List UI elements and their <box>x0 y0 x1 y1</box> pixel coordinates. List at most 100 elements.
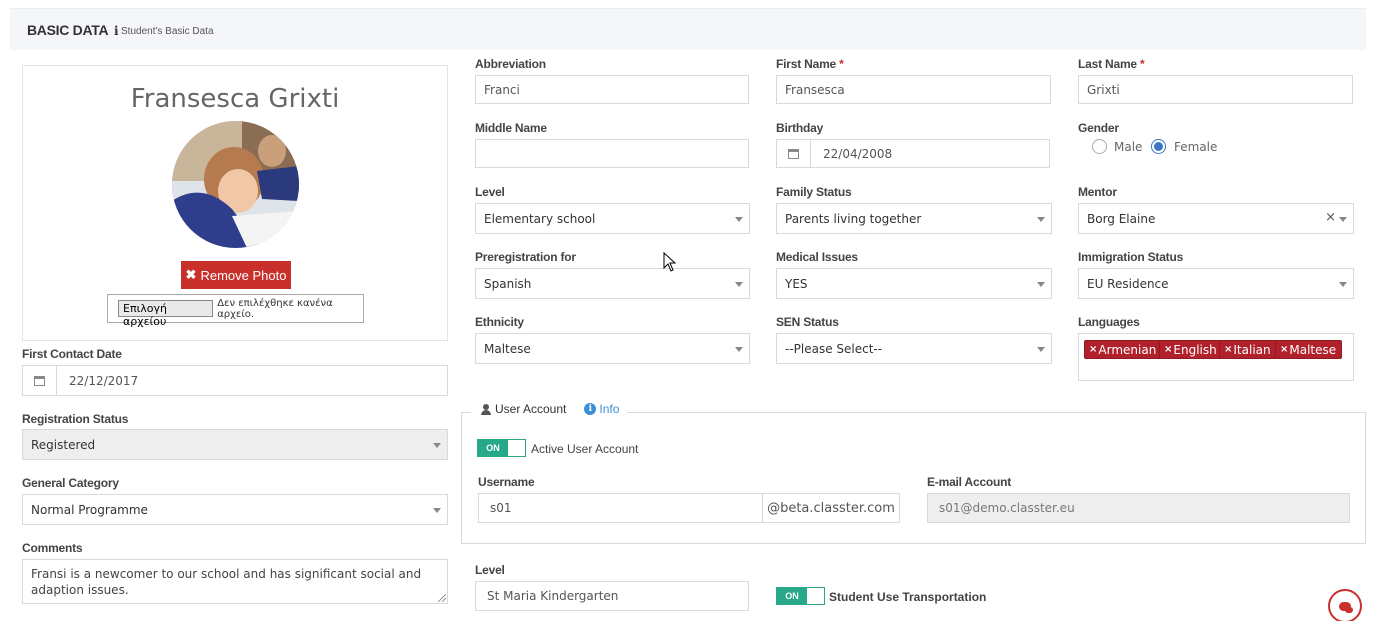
chevron-down-icon <box>735 346 743 352</box>
general-category-select[interactable]: Normal Programme <box>22 494 448 525</box>
level-select[interactable]: Elementary school <box>475 203 750 234</box>
comments-textarea[interactable]: Fransi is a newcomer to our school and h… <box>22 559 448 604</box>
immigration-status-select[interactable]: EU Residence <box>1078 268 1354 299</box>
section-subtitle: Student's Basic Data <box>121 26 214 37</box>
medical-issues-select[interactable]: YES <box>776 268 1052 299</box>
middle-name-input[interactable] <box>475 139 749 168</box>
language-tag-label: Armenian <box>1098 342 1157 357</box>
ethnicity-label: Ethnicity <box>475 315 524 329</box>
section-header: BASIC DATA i Student's Basic Data <box>10 8 1366 50</box>
remove-tag-icon[interactable]: × <box>1164 344 1172 355</box>
last-name-value: Grixti <box>1087 82 1120 97</box>
chat-icon <box>1339 601 1353 613</box>
username-domain-addon: @beta.classter.com <box>763 493 900 523</box>
level-label: Level <box>475 185 505 199</box>
chat-button[interactable] <box>1328 589 1362 621</box>
active-account-label: Active User Account <box>531 442 639 456</box>
gender-male-radio[interactable] <box>1092 139 1107 154</box>
languages-label: Languages <box>1078 315 1140 329</box>
family-status-select[interactable]: Parents living together <box>776 203 1052 234</box>
times-icon: ✖ <box>185 267 197 282</box>
transportation-toggle[interactable]: ON <box>776 587 825 605</box>
remove-tag-icon[interactable]: × <box>1224 344 1232 355</box>
username-input[interactable]: s01 <box>478 493 763 523</box>
active-account-toggle[interactable]: ON <box>477 439 526 457</box>
email-account-input[interactable]: s01@demo.classter.eu <box>927 493 1350 523</box>
info-icon: i <box>114 24 119 38</box>
comments-value: Fransi is a newcomer to our school and h… <box>31 567 422 597</box>
birthday-input[interactable]: 22/04/2008 <box>776 139 1050 168</box>
calendar-addon[interactable] <box>23 366 57 395</box>
profile-photo-card: Fransesca Grixti ✖ Remove Photo Επιλογή … <box>22 65 448 341</box>
user-icon <box>481 403 491 415</box>
registration-status-select[interactable]: Registered <box>22 429 448 460</box>
chevron-down-icon <box>1037 346 1045 352</box>
mouse-cursor-icon <box>663 252 677 272</box>
user-account-title: User Account <box>495 402 567 416</box>
mentor-label: Mentor <box>1078 185 1117 199</box>
sen-status-select[interactable]: --Please Select-- <box>776 333 1052 364</box>
chevron-down-icon <box>1339 216 1347 222</box>
remove-photo-button[interactable]: ✖ Remove Photo <box>181 261 291 289</box>
language-tag[interactable]: × Maltese <box>1275 340 1343 359</box>
first-contact-date-label: First Contact Date <box>22 347 122 361</box>
gender-female-radio[interactable] <box>1151 139 1166 154</box>
languages-multiselect[interactable]: × Armenian × English × Italian × Maltese <box>1078 333 1354 381</box>
calendar-addon[interactable] <box>777 140 811 167</box>
chevron-down-icon <box>1339 281 1347 287</box>
birthday-value: 22/04/2008 <box>823 146 893 161</box>
language-tag[interactable]: × Italian <box>1219 340 1277 359</box>
last-name-label: Last Name * <box>1078 57 1145 71</box>
transportation-label: Student Use Transportation <box>829 590 987 604</box>
first-contact-date-input[interactable]: 22/12/2017 <box>22 365 448 396</box>
file-input[interactable]: Επιλογή αρχείου Δεν επιλέχθηκε κανένα αρ… <box>107 294 364 328</box>
ethnicity-value: Maltese <box>484 341 531 356</box>
info-circle-icon: i <box>584 403 597 415</box>
username-label: Username <box>478 475 535 489</box>
clear-icon[interactable]: × <box>1325 210 1336 225</box>
username-value: s01 <box>490 501 512 515</box>
mentor-value: Borg Elaine <box>1087 211 1156 226</box>
chevron-down-icon <box>433 442 441 448</box>
avatar <box>172 121 299 248</box>
chevron-down-icon <box>735 281 743 287</box>
chevron-down-icon <box>1037 281 1045 287</box>
choose-file-button[interactable]: Επιλογή αρχείου <box>118 300 214 328</box>
language-tag-label: Italian <box>1233 342 1271 357</box>
registration-status-label: Registration Status <box>22 412 129 426</box>
ethnicity-select[interactable]: Maltese <box>475 333 750 364</box>
transport-level-value: St Maria Kindergarten <box>487 589 619 603</box>
language-tag[interactable]: × English <box>1159 340 1223 359</box>
registration-status-value: Registered <box>31 437 96 452</box>
gender-label: Gender <box>1078 121 1119 135</box>
student-name: Fransesca Grixti <box>130 84 340 114</box>
last-name-label-text: Last Name <box>1078 57 1137 71</box>
first-contact-date-value: 22/12/2017 <box>69 373 139 388</box>
file-status: Δεν επιλέχθηκε κανένα αρχείο. <box>217 297 333 320</box>
first-name-label-text: First Name <box>776 57 837 71</box>
language-tag[interactable]: × Armenian <box>1084 340 1163 359</box>
resize-handle-icon[interactable] <box>438 594 446 602</box>
middle-name-label: Middle Name <box>475 121 547 135</box>
birthday-label: Birthday <box>776 121 824 135</box>
transport-level-input[interactable]: St Maria Kindergarten <box>475 581 749 611</box>
info-link[interactable]: i Info <box>584 402 619 416</box>
abbreviation-input[interactable]: Franci <box>475 75 749 104</box>
remove-tag-icon[interactable]: × <box>1280 344 1288 355</box>
last-name-input[interactable]: Grixti <box>1078 75 1353 104</box>
toggle-on-label: ON <box>478 440 508 456</box>
required-marker: * <box>839 57 844 71</box>
family-status-label: Family Status <box>776 185 852 199</box>
email-account-label: E-mail Account <box>927 475 1012 489</box>
chevron-down-icon <box>1037 216 1045 222</box>
abbreviation-value: Franci <box>484 82 520 97</box>
toggle-on-label: ON <box>777 588 807 604</box>
first-name-input[interactable]: Fransesca <box>776 75 1051 104</box>
preregistration-label: Preregistration for <box>475 250 576 264</box>
preregistration-select[interactable]: Spanish <box>475 268 750 299</box>
mentor-select[interactable]: Borg Elaine × <box>1078 203 1354 234</box>
calendar-icon <box>788 148 799 159</box>
gender-female-label: Female <box>1174 140 1218 154</box>
remove-tag-icon[interactable]: × <box>1089 344 1097 355</box>
chevron-down-icon <box>433 507 441 513</box>
